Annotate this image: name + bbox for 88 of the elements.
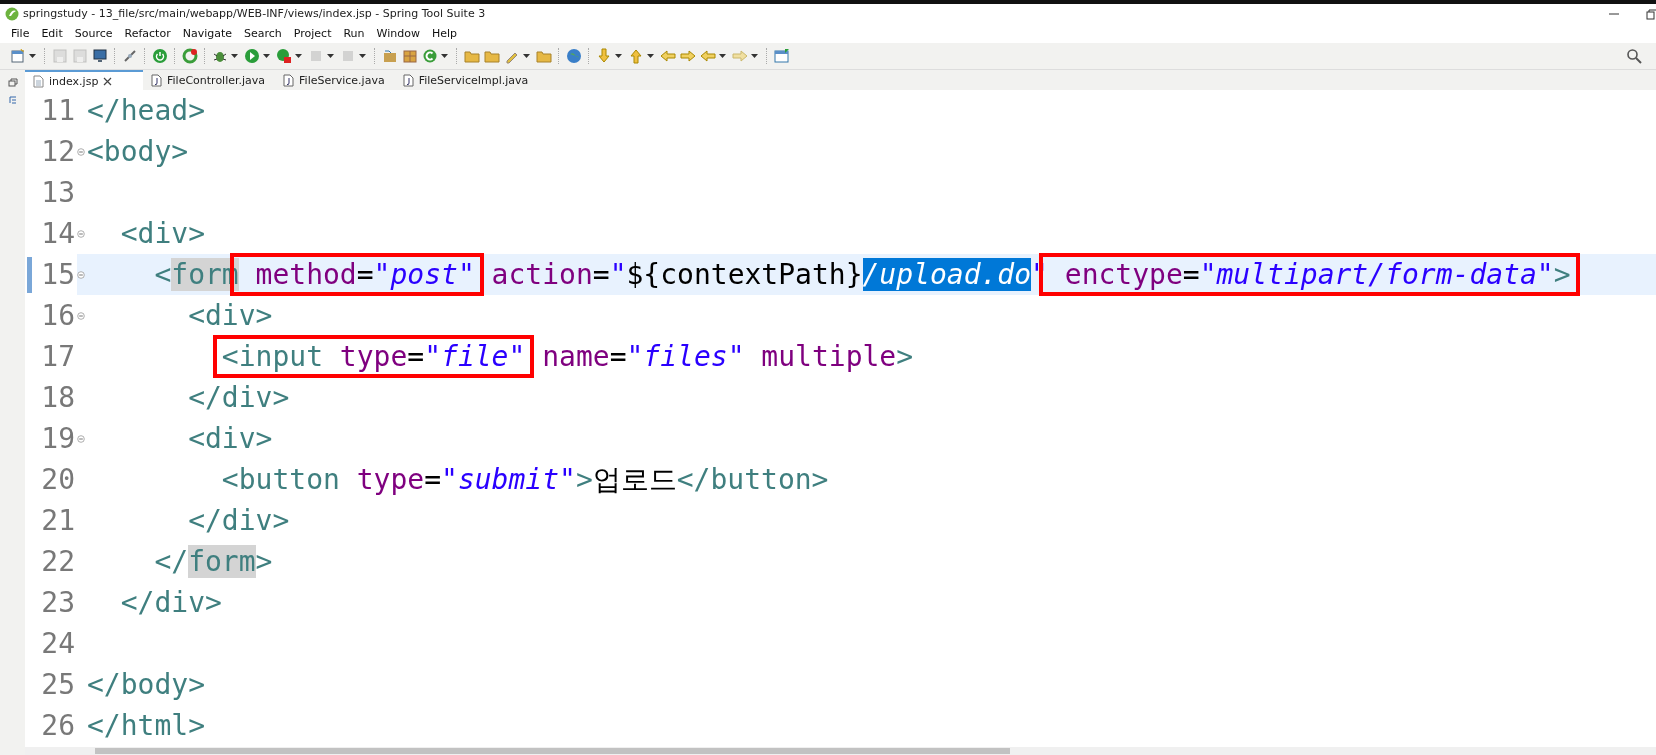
line-number: 26 <box>40 709 75 742</box>
menu-item[interactable]: Window <box>376 26 420 40</box>
fold-icon[interactable] <box>77 229 85 238</box>
line-number: 20 <box>40 463 75 496</box>
window-icon[interactable] <box>774 48 790 64</box>
caret-icon[interactable] <box>615 54 622 58</box>
caret-icon[interactable] <box>231 54 238 58</box>
menu-item[interactable]: Help <box>431 26 457 40</box>
menu-item[interactable]: Refactor <box>124 26 171 40</box>
caret-icon[interactable] <box>263 54 270 58</box>
fold-icon[interactable] <box>77 270 85 279</box>
highlight-box: enctype="multipart/form-data"> <box>1041 256 1577 293</box>
code-text: </form> <box>154 545 273 578</box>
console-icon[interactable] <box>92 48 108 64</box>
code-text: <div> <box>188 422 273 455</box>
restore-view-icon[interactable] <box>7 78 18 88</box>
fold-icon[interactable] <box>77 311 85 320</box>
restore-icon[interactable] <box>1646 7 1656 20</box>
line-number: 11 <box>40 94 75 127</box>
editor-tab[interactable]: FileController.java <box>143 70 276 90</box>
code-text: </html> <box>87 709 205 742</box>
line-number: 14 <box>40 217 75 250</box>
line-number: 21 <box>40 504 75 537</box>
line-number: 16 <box>40 299 75 332</box>
highlight-box: <input type="file" <box>215 338 532 375</box>
folder-icon[interactable] <box>536 48 552 64</box>
code-text: <div> <box>120 217 205 250</box>
caret-icon[interactable] <box>441 54 448 58</box>
code-text: name="files" multiple> <box>541 340 914 373</box>
menu-item[interactable]: Run <box>343 26 365 40</box>
java-file-icon <box>283 73 295 87</box>
open-folder-icon[interactable] <box>484 48 500 64</box>
file-icon <box>33 74 44 88</box>
line-number: 18 <box>40 381 75 414</box>
forward-icon[interactable] <box>680 48 696 64</box>
editor-tab[interactable]: index.jsp <box>25 70 143 90</box>
close-icon[interactable] <box>103 76 113 86</box>
line-number: 17 <box>40 340 75 373</box>
code-text: <div> <box>188 299 273 332</box>
code-text: </div> <box>188 381 290 414</box>
line-number: 12 <box>40 135 75 168</box>
scrollbar-thumb[interactable] <box>95 748 1010 754</box>
editor-tab[interactable]: FileServiceImpl.java <box>394 70 539 90</box>
editor-tab[interactable]: FileService.java <box>275 70 395 90</box>
box-icon[interactable] <box>402 48 418 64</box>
menu-item[interactable]: Edit <box>41 26 63 40</box>
app-logo-icon <box>5 6 19 21</box>
code-text: <body> <box>87 135 189 168</box>
line-number: 22 <box>40 545 75 578</box>
search-icon[interactable] <box>1626 48 1642 64</box>
window-title: springstudy - 13_file/src/main/webapp/WEB-INF/views/index.jsp - Spring Tool Suite 3 <box>23 7 486 20</box>
code-text: </div> <box>120 586 222 619</box>
line-number: 25 <box>40 668 75 701</box>
line-number: 13 <box>40 176 75 209</box>
folder-icon[interactable] <box>464 48 480 64</box>
line-number: 15 <box>40 258 75 291</box>
menu-item[interactable]: Project <box>293 26 332 40</box>
caret-icon[interactable] <box>647 54 654 58</box>
java-file-icon <box>151 73 162 87</box>
menu-item[interactable]: Navigate <box>182 26 232 40</box>
link-icon[interactable] <box>122 48 138 64</box>
refresh-icon[interactable] <box>182 48 198 64</box>
package-icon[interactable] <box>382 48 398 64</box>
caret-icon[interactable] <box>29 54 36 58</box>
line-number: 19 <box>40 422 75 455</box>
outline-icon[interactable] <box>8 96 17 106</box>
caret-icon[interactable] <box>327 54 334 58</box>
power-icon[interactable] <box>152 48 168 64</box>
code-text: </div> <box>188 504 290 537</box>
menu-item[interactable]: File <box>11 26 30 40</box>
caret-icon[interactable] <box>523 54 530 58</box>
fold-icon[interactable] <box>77 434 85 443</box>
code-text: <button type="submit">업로드</button> <box>221 462 829 496</box>
line-number: 24 <box>40 627 75 660</box>
back-icon[interactable] <box>660 48 676 64</box>
menu-item[interactable]: Search <box>244 26 282 40</box>
line-number: 23 <box>40 586 75 619</box>
java-file-icon <box>402 73 414 87</box>
code-text: </head> <box>87 94 205 127</box>
globe-icon[interactable] <box>566 48 582 64</box>
menu-item[interactable]: Source <box>74 26 113 40</box>
caret-icon[interactable] <box>751 54 758 58</box>
caret-icon[interactable] <box>359 54 366 58</box>
caret-icon[interactable] <box>719 54 726 58</box>
fold-icon[interactable] <box>77 147 85 156</box>
caret-icon[interactable] <box>295 54 302 58</box>
run-server-icon[interactable] <box>276 48 292 64</box>
code-text: </body> <box>87 668 205 701</box>
